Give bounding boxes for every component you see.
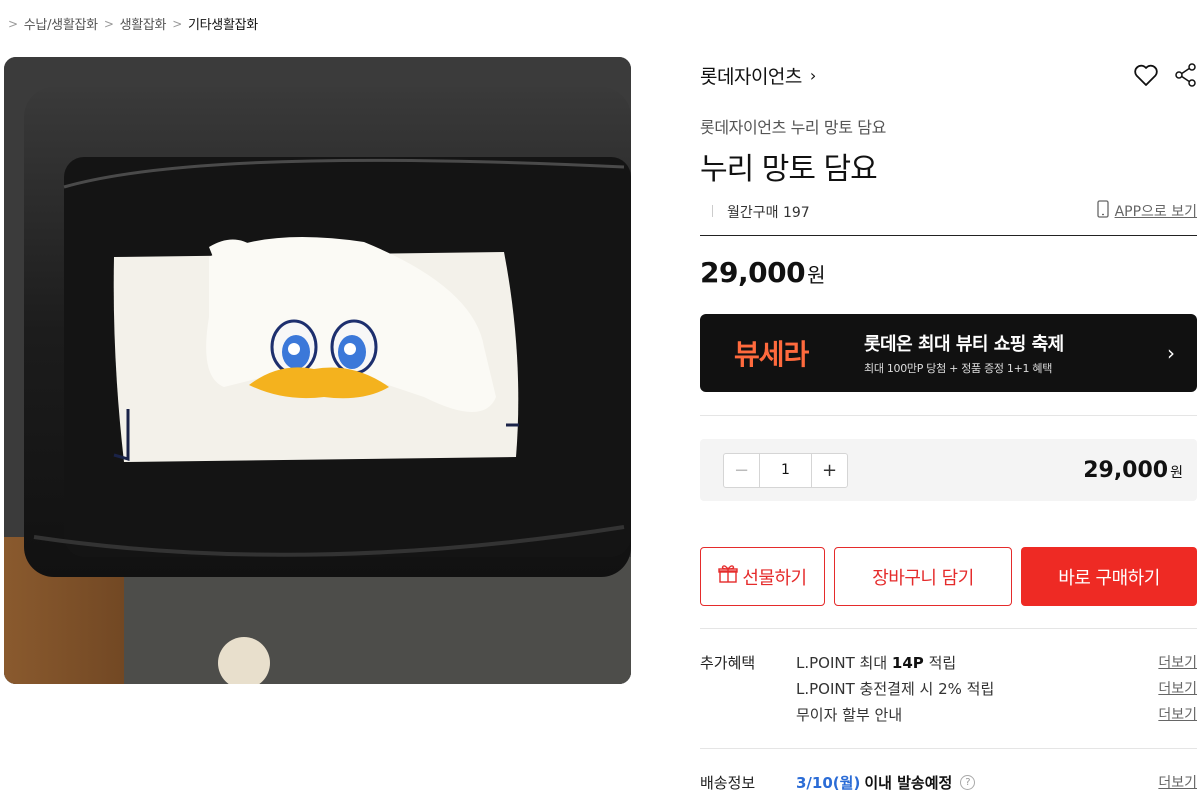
buy-now-button[interactable]: 바로 구매하기	[1021, 547, 1197, 606]
price-value: 29,000	[700, 256, 806, 289]
product-title: 누리 망토 담요	[700, 152, 878, 187]
decrease-button[interactable]: −	[724, 454, 759, 487]
benefit-text: L.POINT 충전결제 시 2% 적립	[796, 680, 995, 698]
benefit-row-charge: L.POINT 충전결제 시 2% 적립 더보기	[796, 678, 1197, 699]
breadcrumb-separator: >	[8, 16, 18, 31]
gift-icon	[718, 564, 739, 589]
action-buttons: 선물하기 장바구니 담기 바로 구매하기	[700, 547, 1197, 606]
breadcrumb-item-current[interactable]: 기타생활잡화	[188, 14, 258, 33]
total-unit: 원	[1170, 464, 1183, 481]
breadcrumb-separator: >	[172, 16, 182, 31]
product-photo-illustration	[4, 57, 631, 684]
delivery-date: 3/10(월)	[796, 774, 861, 791]
more-link[interactable]: 더보기	[1158, 678, 1197, 699]
banner-subtext: 최대 100만P 당첨 + 정품 증정 1+1 혜택	[864, 362, 1053, 375]
breadcrumb-separator: >	[103, 16, 114, 31]
benefits-label: 추가혜택	[700, 654, 756, 672]
price-unit: 원	[807, 263, 826, 287]
quantity-box: − 1 + 29,000 원	[700, 439, 1197, 501]
breadcrumb-item-living[interactable]: 생활잡화	[120, 14, 167, 33]
app-view-label: APP으로 보기	[1114, 204, 1197, 220]
product-subtitle: 롯데자이언츠 누리 망토 담요	[700, 118, 886, 137]
breadcrumb-item-storage[interactable]: 수납/생활잡화	[24, 14, 98, 33]
monthly-sales: 월간구매 197	[727, 205, 810, 221]
chevron-right-icon: ›	[1167, 341, 1175, 365]
total-value: 29,000	[1083, 457, 1169, 483]
more-link[interactable]: 더보기	[1158, 772, 1197, 791]
more-link[interactable]: 더보기	[1158, 652, 1197, 673]
benefit-row-installment: 무이자 할부 안내 더보기	[796, 704, 1197, 725]
app-view-link[interactable]: APP으로 보기	[1096, 198, 1197, 222]
heart-icon[interactable]	[1133, 63, 1159, 87]
chevron-right-icon: ›	[809, 65, 816, 85]
divider	[700, 628, 1197, 629]
quantity-stepper: − 1 +	[723, 452, 848, 488]
benefit-text: L.POINT 최대 14P 적립	[796, 654, 957, 672]
gift-button[interactable]: 선물하기	[700, 547, 825, 606]
delivery-label: 배송정보	[700, 774, 756, 791]
gift-label: 선물하기	[742, 567, 807, 589]
promo-banner[interactable]: 뷰세라 롯데온 최대 뷰티 쇼핑 축제 최대 100만P 당첨 + 정품 증정 …	[700, 314, 1197, 392]
help-icon[interactable]: ?	[960, 775, 976, 790]
share-icon[interactable]	[1175, 63, 1197, 87]
delivery-status: 이내 발송예정	[864, 774, 953, 791]
product-price: 29,000 원	[700, 256, 825, 289]
add-to-cart-button[interactable]: 장바구니 담기	[834, 547, 1012, 606]
phone-icon	[1096, 200, 1109, 222]
more-link[interactable]: 더보기	[1158, 704, 1197, 725]
quantity-total: 29,000 원	[1083, 458, 1183, 483]
breadcrumb: > 수납/생활잡화 > 생활잡화 > 기타생활잡화	[8, 14, 258, 34]
product-meta-row: 월간구매 197 APP으로 보기	[700, 198, 1197, 236]
brand-link[interactable]: 롯데자이언츠 ›	[700, 62, 816, 89]
benefit-row-lpoint: L.POINT 최대 14P 적립 더보기	[796, 652, 1197, 673]
brand-row: 롯데자이언츠 ›	[700, 60, 1197, 90]
divider	[700, 415, 1197, 416]
benefit-text: 무이자 할부 안내	[796, 706, 903, 724]
increase-button[interactable]: +	[812, 454, 847, 487]
banner-headline: 롯데온 최대 뷰티 쇼핑 축제	[864, 334, 1064, 355]
product-image[interactable]	[4, 57, 631, 684]
delivery-info: 3/10(월) 이내 발송예정 ?	[796, 772, 976, 791]
quantity-input[interactable]: 1	[759, 453, 812, 487]
brand-name: 롯데자이언츠	[700, 65, 802, 88]
banner-logo: 뷰세라	[734, 338, 809, 371]
meta-divider	[712, 205, 713, 217]
divider	[700, 748, 1197, 749]
